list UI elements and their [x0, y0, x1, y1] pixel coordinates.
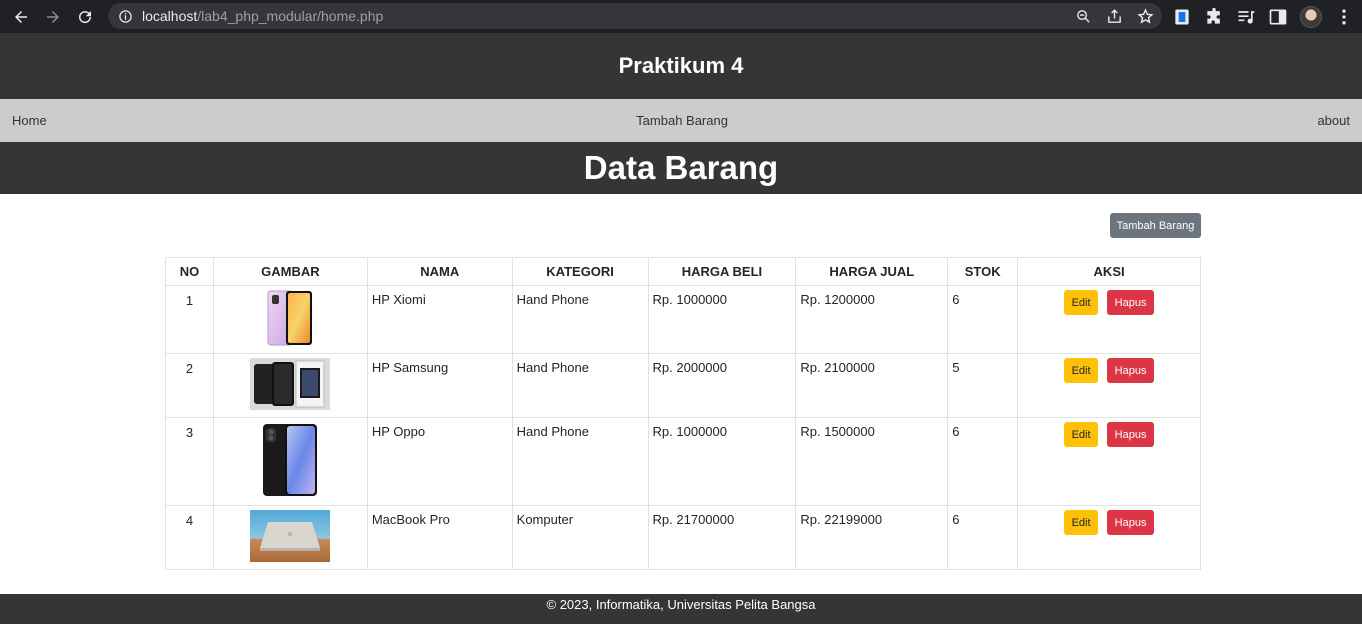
cell-no: 4 [165, 505, 214, 570]
phone-box-icon [250, 358, 331, 410]
cell-stok: 6 [947, 417, 1019, 506]
col-header-stok: STOK [947, 257, 1019, 286]
delete-button[interactable]: Hapus [1107, 422, 1155, 447]
site-footer: © 2023, Informatika, Universitas Pelita … [0, 594, 1362, 624]
laptop-icon [250, 510, 331, 562]
forward-icon[interactable] [37, 0, 69, 33]
menu-kebab-icon[interactable] [1334, 7, 1354, 27]
side-panel-icon[interactable] [1268, 7, 1288, 27]
cell-image [212, 417, 368, 506]
extensions-puzzle-icon[interactable] [1204, 7, 1224, 27]
reload-icon[interactable] [69, 0, 101, 33]
col-header-kategori: KATEGORI [511, 257, 649, 286]
zoom-icon[interactable] [1075, 8, 1092, 25]
cell-harga-jual: Rp. 1200000 [795, 285, 949, 354]
cell-kategori: Komputer [511, 505, 649, 570]
extension-app-icon[interactable] [1172, 7, 1192, 27]
cell-harga-beli: Rp. 1000000 [647, 417, 797, 506]
cell-harga-beli: Rp. 21700000 [647, 505, 797, 570]
bookmark-star-icon[interactable] [1137, 7, 1154, 25]
delete-button[interactable]: Hapus [1107, 358, 1155, 383]
main-nav: Home Tambah Barang about [0, 99, 1362, 142]
phone-black-icon [263, 424, 318, 496]
edit-button[interactable]: Edit [1064, 290, 1099, 315]
cell-aksi: Edit Hapus [1017, 417, 1201, 506]
table-header-row: NO GAMBAR NAMA KATEGORI HARGA BELI HARGA… [165, 257, 1201, 286]
cell-nama: HP Xiomi [366, 285, 513, 354]
cell-kategori: Hand Phone [511, 417, 649, 506]
cell-stok: 6 [947, 285, 1019, 354]
table-row: 4 MacBook Pro Komputer Rp. 21700000 Rp. … [165, 505, 1201, 570]
back-icon[interactable] [5, 0, 37, 33]
cell-image [212, 285, 368, 354]
site-title: Praktikum 4 [618, 53, 744, 78]
browser-toolbar: localhost/lab4_php_modular/home.php [0, 0, 1362, 33]
delete-button[interactable]: Hapus [1107, 290, 1155, 315]
edit-button[interactable]: Edit [1064, 358, 1099, 383]
cell-nama: MacBook Pro [366, 505, 513, 570]
cell-nama: HP Samsung [366, 353, 513, 418]
share-icon[interactable] [1106, 8, 1123, 25]
profile-avatar[interactable] [1300, 5, 1322, 28]
url-text: localhost/lab4_php_modular/home.php [142, 8, 384, 24]
cell-no: 3 [165, 417, 214, 506]
cell-aksi: Edit Hapus [1017, 353, 1201, 418]
table-row: 2 HP Samsung Hand Phone Rp. 2000000 Rp. … [165, 353, 1201, 418]
nav-about-link[interactable]: about [1317, 113, 1350, 128]
media-queue-icon[interactable] [1236, 7, 1256, 27]
cell-harga-beli: Rp. 1000000 [647, 285, 797, 354]
cell-harga-jual: Rp. 2100000 [795, 353, 949, 418]
col-header-no: NO [165, 257, 214, 286]
cell-stok: 5 [947, 353, 1019, 418]
col-header-nama: NAMA [366, 257, 513, 286]
edit-button[interactable]: Edit [1064, 510, 1099, 535]
nav-add-link[interactable]: Tambah Barang [636, 113, 728, 128]
col-header-gambar: GAMBAR [212, 257, 368, 286]
nav-home-link[interactable]: Home [12, 113, 47, 128]
cell-kategori: Hand Phone [511, 353, 649, 418]
page-title: Data Barang [583, 149, 779, 186]
col-header-harga-beli: HARGA BELI [647, 257, 797, 286]
col-header-aksi: AKSI [1017, 257, 1201, 286]
add-item-button[interactable]: Tambah Barang [1110, 213, 1201, 238]
cell-harga-beli: Rp. 2000000 [647, 353, 797, 418]
cell-no: 1 [165, 285, 214, 354]
delete-button[interactable]: Hapus [1107, 510, 1155, 535]
cell-image [212, 353, 368, 418]
phone-purple-icon [267, 290, 313, 346]
cell-stok: 6 [947, 505, 1019, 570]
page-title-bar: Data Barang [0, 142, 1362, 194]
cell-no: 2 [165, 353, 214, 418]
site-info-icon[interactable] [108, 9, 142, 24]
items-table: NO GAMBAR NAMA KATEGORI HARGA BELI HARGA… [165, 257, 1201, 570]
address-bar[interactable]: localhost/lab4_php_modular/home.php [108, 3, 1162, 29]
cell-kategori: Hand Phone [511, 285, 649, 354]
cell-nama: HP Oppo [366, 417, 513, 506]
table-row: 1 HP Xiomi Hand Phone Rp. 1000000 Rp. 12… [165, 285, 1201, 354]
table-row: 3 HP Oppo Hand Phone Rp. 1000000 Rp. 150… [165, 417, 1201, 506]
footer-text: © 2023, Informatika, Universitas Pelita … [546, 597, 816, 612]
cell-image [212, 505, 368, 570]
cell-harga-jual: Rp. 1500000 [795, 417, 949, 506]
col-header-harga-jual: HARGA JUAL [795, 257, 949, 286]
edit-button[interactable]: Edit [1064, 422, 1099, 447]
site-header: Praktikum 4 [0, 33, 1362, 99]
cell-aksi: Edit Hapus [1017, 285, 1201, 354]
cell-aksi: Edit Hapus [1017, 505, 1201, 570]
cell-harga-jual: Rp. 22199000 [795, 505, 949, 570]
